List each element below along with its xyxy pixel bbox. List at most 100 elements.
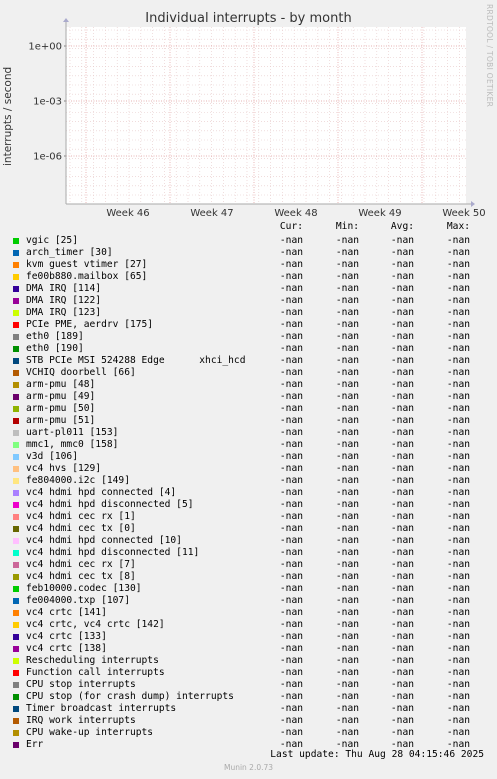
legend-value-cur: -nan: [279, 727, 303, 738]
legend-value-cur: -nan: [279, 355, 303, 366]
legend-value-cur: -nan: [279, 463, 303, 474]
legend-value-min: -nan: [335, 679, 359, 690]
legend-swatch: [13, 502, 19, 508]
legend-swatch: [13, 574, 19, 580]
legend-label: vc4 hdmi cec rx [1]: [26, 511, 136, 522]
legend-value-avg: -nan: [390, 331, 414, 342]
legend-value-max: -nan: [446, 235, 470, 246]
legend-value-min: -nan: [335, 547, 359, 558]
legend-label: CPU stop interrupts: [26, 679, 136, 690]
legend-label: vc4 hdmi hpd disconnected [5]: [26, 499, 194, 510]
legend-value-avg: -nan: [390, 271, 414, 282]
legend-value-min: -nan: [335, 535, 359, 546]
legend-row: CPU wake-up interrupts -nan -nan -nan -nan: [0, 727, 497, 739]
legend-value-max: -nan: [446, 703, 470, 714]
legend-value-cur: -nan: [279, 415, 303, 426]
legend-label: arch_timer [30]: [26, 247, 113, 258]
legend-value-min: -nan: [335, 331, 359, 342]
legend-value-min: -nan: [335, 403, 359, 414]
legend-value-max: -nan: [446, 691, 470, 702]
legend-value-max: -nan: [446, 547, 470, 558]
legend-swatch: [13, 658, 19, 664]
legend-swatch: [13, 634, 19, 640]
legend-row: vc4 hdmi cec tx [8] -nan -nan -nan -nan: [0, 571, 497, 583]
legend-value-cur: -nan: [279, 595, 303, 606]
legend-row: arm-pmu [50] -nan -nan -nan -nan: [0, 403, 497, 415]
legend-value-min: -nan: [335, 427, 359, 438]
legend-value-avg: -nan: [390, 619, 414, 630]
legend-value-min: -nan: [335, 511, 359, 522]
legend-value-max: -nan: [446, 331, 470, 342]
legend-value-avg: -nan: [390, 511, 414, 522]
legend-swatch: [13, 646, 19, 652]
x-tick-label: Week 47: [190, 208, 233, 219]
legend-value-max: -nan: [446, 355, 470, 366]
legend-value-cur: -nan: [279, 523, 303, 534]
legend-swatch: [13, 262, 19, 268]
legend-swatch: [13, 334, 19, 340]
legend-value-cur: -nan: [279, 283, 303, 294]
legend-swatch: [13, 298, 19, 304]
legend-row: vc4 hdmi cec tx [0] -nan -nan -nan -nan: [0, 523, 497, 535]
legend-label: Rescheduling interrupts: [26, 655, 159, 666]
legend-value-cur: -nan: [279, 583, 303, 594]
legend-value-cur: -nan: [279, 451, 303, 462]
legend-value-min: -nan: [335, 475, 359, 486]
legend-row: vc4 hdmi hpd disconnected [5] -nan -nan -na…: [0, 499, 497, 511]
legend-value-avg: -nan: [390, 523, 414, 534]
legend-value-avg: -nan: [390, 535, 414, 546]
legend-value-cur: -nan: [279, 271, 303, 282]
legend-row: vc4 hdmi cec rx [1] -nan -nan -nan -nan: [0, 511, 497, 523]
legend-value-cur: -nan: [279, 679, 303, 690]
legend-value-min: -nan: [335, 451, 359, 462]
legend-value-min: -nan: [335, 319, 359, 330]
legend-value-avg: -nan: [390, 631, 414, 642]
legend-header-row: Cur: Min: Avg: Max:: [0, 221, 497, 233]
legend-row: fe804000.i2c [149] -nan -nan -nan -nan: [0, 475, 497, 487]
legend-label: arm-pmu [49]: [26, 391, 96, 402]
legend-label: DMA IRQ [123]: [26, 307, 102, 318]
legend-value-min: -nan: [335, 487, 359, 498]
legend-label: vc4 hdmi cec rx [7]: [26, 559, 136, 570]
legend-value-max: -nan: [446, 475, 470, 486]
legend-value-cur: -nan: [279, 571, 303, 582]
legend-value-min: -nan: [335, 523, 359, 534]
legend-label: VCHIQ doorbell [66]: [26, 367, 136, 378]
legend-swatch: [13, 598, 19, 604]
legend-value-cur: -nan: [279, 235, 303, 246]
legend-row: v3d [106] -nan -nan -nan -nan: [0, 451, 497, 463]
legend-label: Timer broadcast interrupts: [26, 703, 177, 714]
legend-label: vc4 hdmi cec tx [8]: [26, 571, 136, 582]
legend-value-cur: -nan: [279, 547, 303, 558]
legend-value-avg: -nan: [390, 607, 414, 618]
legend-row: kvm guest vtimer [27] -nan -nan -nan -nan: [0, 259, 497, 271]
legend-value-cur: -nan: [279, 475, 303, 486]
legend-value-max: -nan: [446, 535, 470, 546]
legend-value-cur: -nan: [279, 331, 303, 342]
legend-label: PCIe PME, aerdrv [175]: [26, 319, 154, 330]
legend-row: vc4 crtc [141] -nan -nan -nan -nan: [0, 607, 497, 619]
legend-swatch: [13, 274, 19, 280]
legend-swatch: [13, 466, 19, 472]
legend-value-max: -nan: [446, 523, 470, 534]
legend-value-max: -nan: [446, 307, 470, 318]
x-tick-label: Week 50: [442, 208, 485, 219]
legend-row: arm-pmu [51] -nan -nan -nan -nan: [0, 415, 497, 427]
legend-swatch: [13, 370, 19, 376]
legend-value-max: -nan: [446, 343, 470, 354]
legend-value-cur: -nan: [279, 319, 303, 330]
legend-value-min: -nan: [335, 715, 359, 726]
legend-label: Function call interrupts: [26, 667, 165, 678]
legend-value-cur: -nan: [279, 535, 303, 546]
legend-swatch: [13, 358, 19, 364]
legend-row: vc4 hdmi hpd disconnected [11] -nan -nan -n…: [0, 547, 497, 559]
legend-label: v3d [106]: [26, 451, 78, 462]
legend-value-min: -nan: [335, 343, 359, 354]
legend-swatch: [13, 622, 19, 628]
plot-area: 1e+00 1e-03 1e-06 Week 46 Week 47 Week 48 Week…: [28, 18, 486, 219]
legend-row: vc4 hdmi cec rx [7] -nan -nan -nan -nan: [0, 559, 497, 571]
legend-value-max: -nan: [446, 391, 470, 402]
legend-row: vc4 crtc, vc4 crtc [142] -nan -nan -nan -nan: [0, 619, 497, 631]
legend-value-max: -nan: [446, 583, 470, 594]
legend-value-avg: -nan: [390, 235, 414, 246]
